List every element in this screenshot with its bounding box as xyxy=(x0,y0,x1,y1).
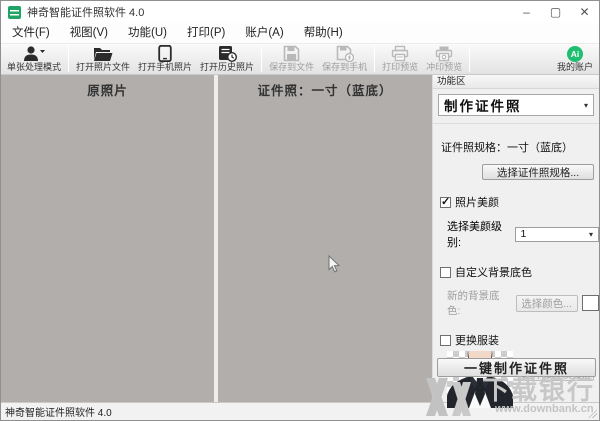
bg-color-swatch xyxy=(581,295,599,311)
mode-select[interactable]: 制作证件照 xyxy=(438,94,594,116)
clothes-check-row: 更换服装 xyxy=(440,332,599,348)
open-photo-file-button[interactable]: 打开照片文件 xyxy=(72,44,134,74)
main-area: 原照片 证件照：一寸（蓝底） 功能区 制作证件照 证件照规格：一寸（蓝底） 选择… xyxy=(1,75,599,408)
toolbar-label: 单张处理模式 xyxy=(7,62,62,72)
choose-color-button: 选择颜色... xyxy=(515,294,578,312)
original-photo-title: 原照片 xyxy=(87,84,128,98)
open-folder-icon xyxy=(93,45,113,62)
clothes-checkbox[interactable] xyxy=(440,334,451,346)
clothes-checkbox-label: 更换服装 xyxy=(455,335,499,347)
toolbar-label: 保存到手机 xyxy=(322,62,368,72)
beauty-level-label: 选择美颜级别: xyxy=(447,221,502,249)
open-phone-photo-button[interactable]: 打开手机照片 xyxy=(134,44,196,74)
toolbar-separator xyxy=(261,46,263,72)
resize-grip-icon[interactable] xyxy=(588,409,597,418)
toolbar-separator xyxy=(374,46,376,72)
toolbar: 单张处理模式 打开照片文件 打开手机照片 打开历史照片 保存到文件 保存到手机 … xyxy=(1,43,599,75)
toolbar-separator xyxy=(68,46,70,72)
save-to-phone-button: 保存到手机 xyxy=(318,44,371,74)
minimize-button[interactable]: – xyxy=(512,1,541,23)
status-text: 神奇智能证件照软件 4.0 xyxy=(5,408,112,419)
close-button[interactable]: ✕ xyxy=(570,1,599,23)
person-mode-icon xyxy=(22,45,46,62)
spec-label: 证件照规格：一寸（蓝底） xyxy=(441,142,573,154)
toolbar-separator xyxy=(469,46,471,72)
toolbar-label: 打开手机照片 xyxy=(138,62,193,72)
beauty-checkbox-label: 照片美颜 xyxy=(455,197,499,209)
open-history-photo-button[interactable]: 打开历史照片 xyxy=(196,44,258,74)
beauty-check-row: 照片美颜 xyxy=(440,194,599,210)
account-ai-icon: Ai xyxy=(566,45,583,62)
single-mode-button[interactable]: 单张处理模式 xyxy=(3,44,65,74)
menu-print[interactable]: 打印(P) xyxy=(177,23,235,43)
toolbar-label: 冲印预览 xyxy=(426,62,463,72)
custom-bg-checkbox[interactable] xyxy=(440,266,451,278)
app-logo-icon xyxy=(8,5,21,19)
bg-color-label: 新的背景底色: xyxy=(447,290,500,317)
sidebar-separator xyxy=(433,123,599,124)
chevron-down-icon xyxy=(589,230,593,239)
my-account-button[interactable]: Ai 我的账户 xyxy=(553,44,597,74)
print-preview-icon xyxy=(391,45,409,62)
phone-photo-icon xyxy=(158,45,172,62)
menubar: 文件(F) 视图(V) 功能(U) 打印(P) 账户(A) 帮助(H) xyxy=(1,23,599,43)
id-photo-title: 证件照：一寸（蓝底） xyxy=(257,84,393,98)
function-area-header: 功能区 xyxy=(433,75,599,89)
custom-bg-checkbox-label: 自定义背景底色 xyxy=(455,267,532,279)
toolbar-label: 保存到文件 xyxy=(269,62,315,72)
beauty-checkbox[interactable] xyxy=(440,195,451,208)
menu-file[interactable]: 文件(F) xyxy=(2,23,60,43)
develop-preview-button: 冲印预览 xyxy=(422,44,466,74)
maximize-button[interactable]: ▢ xyxy=(541,1,570,23)
toolbar-label: 我的账户 xyxy=(556,62,593,72)
beauty-level-select[interactable]: 1 xyxy=(514,226,599,242)
toolbar-label: 打开照片文件 xyxy=(76,62,131,72)
make-id-photo-button[interactable]: 一键制作证件照 xyxy=(437,358,596,377)
app-window: 神奇智能证件照软件 4.0 – ▢ ✕ 文件(F) 视图(V) 功能(U) 打印… xyxy=(0,0,600,421)
bg-color-row: 新的背景底色: 选择颜色... xyxy=(447,288,599,318)
beauty-level-row: 选择美颜级别: 1 xyxy=(447,218,599,250)
develop-preview-icon xyxy=(435,45,453,62)
choose-spec-button[interactable]: 选择证件照规格... xyxy=(482,164,594,180)
custom-bg-check-row: 自定义背景底色 xyxy=(440,264,599,280)
original-photo-panel: 原照片 xyxy=(1,75,214,402)
titlebar: 神奇智能证件照软件 4.0 – ▢ ✕ xyxy=(1,1,599,23)
save-phone-icon xyxy=(336,45,354,62)
save-to-file-button: 保存到文件 xyxy=(265,44,318,74)
id-photo-panel: 证件照：一寸（蓝底） xyxy=(218,75,432,402)
menu-account[interactable]: 账户(A) xyxy=(235,23,293,43)
toolbar-label: 打开历史照片 xyxy=(200,62,255,72)
menu-help[interactable]: 帮助(H) xyxy=(294,23,353,43)
save-file-icon xyxy=(283,45,300,62)
window-title: 神奇智能证件照软件 4.0 xyxy=(27,7,145,19)
beauty-level-value: 1 xyxy=(520,228,527,240)
toolbar-label: 打印预览 xyxy=(382,62,419,72)
menu-function[interactable]: 功能(U) xyxy=(118,23,177,43)
ai-badge: Ai xyxy=(566,45,583,62)
window-controls: – ▢ ✕ xyxy=(512,1,599,23)
history-photo-icon xyxy=(218,45,237,62)
print-preview-button: 打印预览 xyxy=(378,44,422,74)
chevron-down-icon xyxy=(584,101,588,110)
menu-view[interactable]: 视图(V) xyxy=(60,23,118,43)
sidebar: 功能区 制作证件照 证件照规格：一寸（蓝底） 选择证件照规格... 照片美颜 选… xyxy=(432,75,599,408)
mode-select-value: 制作证件照 xyxy=(444,99,522,114)
